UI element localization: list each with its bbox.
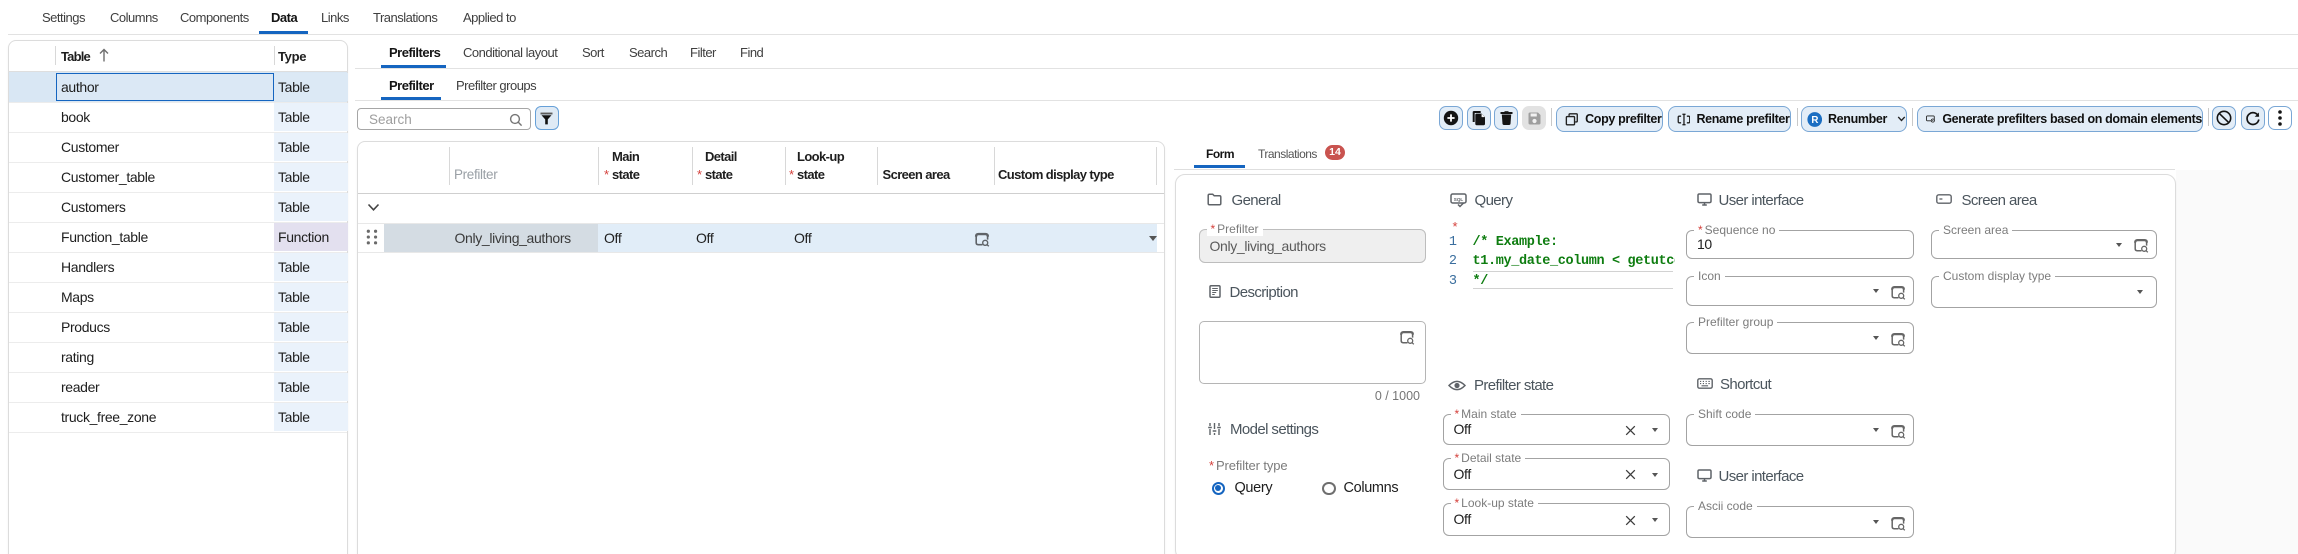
svg-text:R: R [1811, 115, 1818, 126]
svg-text:SQL: SQL [1453, 197, 1463, 202]
